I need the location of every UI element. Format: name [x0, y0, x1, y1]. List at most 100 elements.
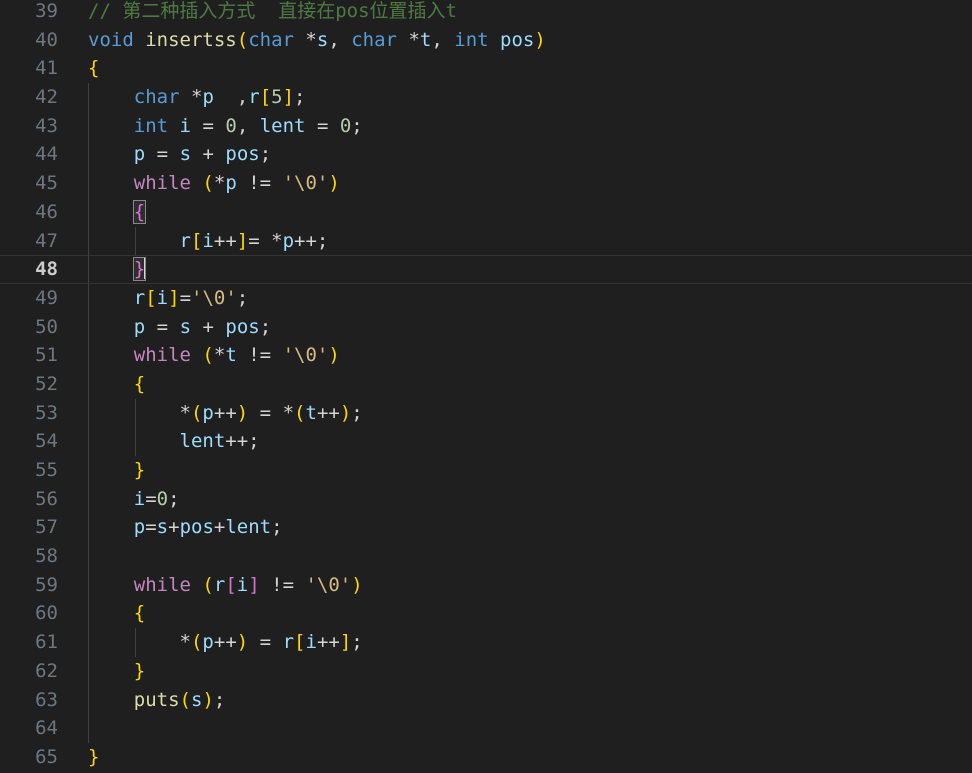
- operator-token: +: [168, 516, 180, 539]
- code-line[interactable]: 52 {: [0, 369, 972, 399]
- identifier-token: r: [282, 631, 295, 654]
- identifier-token: p: [202, 631, 214, 654]
- code-line[interactable]: 63 puts(s);: [0, 685, 972, 715]
- identifier-token: t: [305, 401, 317, 424]
- paren-token: ): [534, 28, 546, 51]
- identifier-token: pos: [225, 143, 260, 166]
- line-content: char *p ,r[5];: [88, 83, 972, 112]
- code-line[interactable]: 42 char *p ,r[5];: [0, 83, 972, 112]
- code-line[interactable]: 57 p=s+pos+lent;: [0, 513, 972, 543]
- brace-token: {: [88, 57, 100, 80]
- code-line[interactable]: 43 int i = 0, lent = 0;: [0, 111, 972, 141]
- identifier-token: s: [179, 315, 192, 338]
- identifier-token: p: [133, 516, 146, 539]
- line-content: }: [88, 456, 972, 485]
- line-number: 43: [35, 114, 58, 137]
- active-code-line[interactable]: 48 }: [0, 255, 972, 284]
- bracket-token: [: [294, 631, 306, 654]
- identifier-token: p: [202, 401, 214, 424]
- code-line[interactable]: 46 {: [0, 197, 972, 227]
- line-content: r[i++]= *p++;: [88, 227, 972, 256]
- char-literal-token: '\0': [282, 344, 329, 367]
- code-line[interactable]: 45 while (*p != '\0'): [0, 169, 972, 198]
- operator-token: =: [156, 143, 169, 166]
- operator-token: ++: [225, 430, 249, 453]
- line-number: 65: [35, 745, 58, 768]
- code-line[interactable]: 41 {: [0, 54, 972, 83]
- code-line[interactable]: 53 *(p++) = *(t++);: [0, 398, 972, 428]
- paren-token: ): [202, 688, 214, 711]
- identifier-token: r: [179, 229, 191, 252]
- line-content: void insertss(char *s, char *t, int pos): [88, 26, 972, 55]
- code-line[interactable]: 39 // 第二种插入方式 直接在pos位置插入t: [0, 0, 972, 26]
- line-content: p = s + pos;: [88, 140, 972, 169]
- semicolon-token: ;: [213, 688, 226, 711]
- line-content: i=0;: [88, 485, 972, 514]
- control-keyword-token: while: [133, 172, 191, 195]
- line-content: {: [88, 54, 972, 83]
- identifier-token: s: [316, 28, 329, 51]
- line-content: puts(s);: [88, 686, 972, 715]
- line-content: while (r[i] != '\0'): [88, 571, 972, 600]
- semicolon-token: ;: [259, 315, 272, 338]
- operator-token: +: [202, 315, 214, 338]
- operator-token: !=: [248, 172, 272, 195]
- line-number: 45: [35, 172, 58, 195]
- code-line[interactable]: 59 while (r[i] != '\0'): [0, 570, 972, 600]
- code-line[interactable]: 65 }: [0, 743, 972, 772]
- identifier-token: t: [419, 28, 432, 51]
- code-line[interactable]: 62 }: [0, 656, 972, 686]
- paren-token: ): [236, 631, 249, 654]
- code-line[interactable]: 49 r[i]='\0';: [0, 283, 972, 313]
- operator-token: =: [259, 631, 272, 654]
- number-token: 0: [225, 114, 237, 137]
- code-lines-container: 39 // 第二种插入方式 直接在pos位置插入t 40 void insert…: [0, 0, 972, 773]
- code-line[interactable]: 40 void insertss(char *s, char *t, int p…: [0, 26, 972, 55]
- bracket-token: [: [225, 573, 237, 596]
- semicolon-token: ;: [236, 286, 249, 309]
- operator-token: ++: [316, 401, 340, 424]
- code-line[interactable]: 55 }: [0, 456, 972, 485]
- code-line[interactable]: 56 i=0;: [0, 484, 972, 514]
- comma-token: ,: [328, 28, 340, 51]
- operator-token: ++: [316, 631, 340, 654]
- line-number: 54: [35, 430, 58, 453]
- line-content: int i = 0, lent = 0;: [88, 112, 972, 141]
- code-editor-viewport[interactable]: 39 // 第二种插入方式 直接在pos位置插入t 40 void insert…: [0, 0, 972, 773]
- code-line[interactable]: 47 r[i++]= *p++;: [0, 226, 972, 256]
- identifier-token: p: [202, 86, 214, 109]
- function-name-token: insertss: [145, 28, 237, 51]
- identifier-token: s: [156, 516, 169, 539]
- line-number: 50: [35, 315, 58, 338]
- code-line[interactable]: 60 {: [0, 599, 972, 629]
- line-content: lent++;: [88, 427, 972, 456]
- line-number: 41: [35, 57, 58, 80]
- identifier-token: i: [156, 286, 169, 309]
- comma-token: ,: [236, 86, 249, 109]
- code-line[interactable]: 58: [0, 542, 972, 571]
- code-line[interactable]: 44 p = s + pos;: [0, 140, 972, 170]
- operator-token: =: [179, 286, 192, 309]
- semicolon-token: ;: [351, 114, 363, 137]
- code-line[interactable]: 61 *(p++) = r[i++];: [0, 628, 972, 657]
- line-number: 60: [35, 602, 58, 625]
- operator-token: ++: [213, 229, 237, 252]
- operator-token: =: [248, 229, 260, 252]
- number-token: 5: [271, 86, 283, 109]
- bracket-token: ]: [339, 631, 352, 654]
- line-number: 46: [35, 200, 58, 223]
- code-line[interactable]: 54 lent++;: [0, 427, 972, 456]
- line-content: *(p++) = r[i++];: [88, 628, 972, 657]
- bracket-token: [: [190, 229, 203, 252]
- code-line[interactable]: 64: [0, 714, 972, 743]
- code-line[interactable]: 51 while (*t != '\0'): [0, 341, 972, 370]
- number-token: 0: [156, 487, 169, 510]
- operator-token: *: [213, 344, 226, 367]
- bracket-token: [: [145, 286, 157, 309]
- code-line[interactable]: 50 p = s + pos;: [0, 312, 972, 342]
- paren-token: (: [236, 28, 249, 51]
- identifier-token: i: [305, 631, 317, 654]
- line-content: r[i]='\0';: [88, 284, 972, 313]
- function-name-token: puts: [133, 688, 180, 711]
- identifier-token: pos: [225, 315, 260, 338]
